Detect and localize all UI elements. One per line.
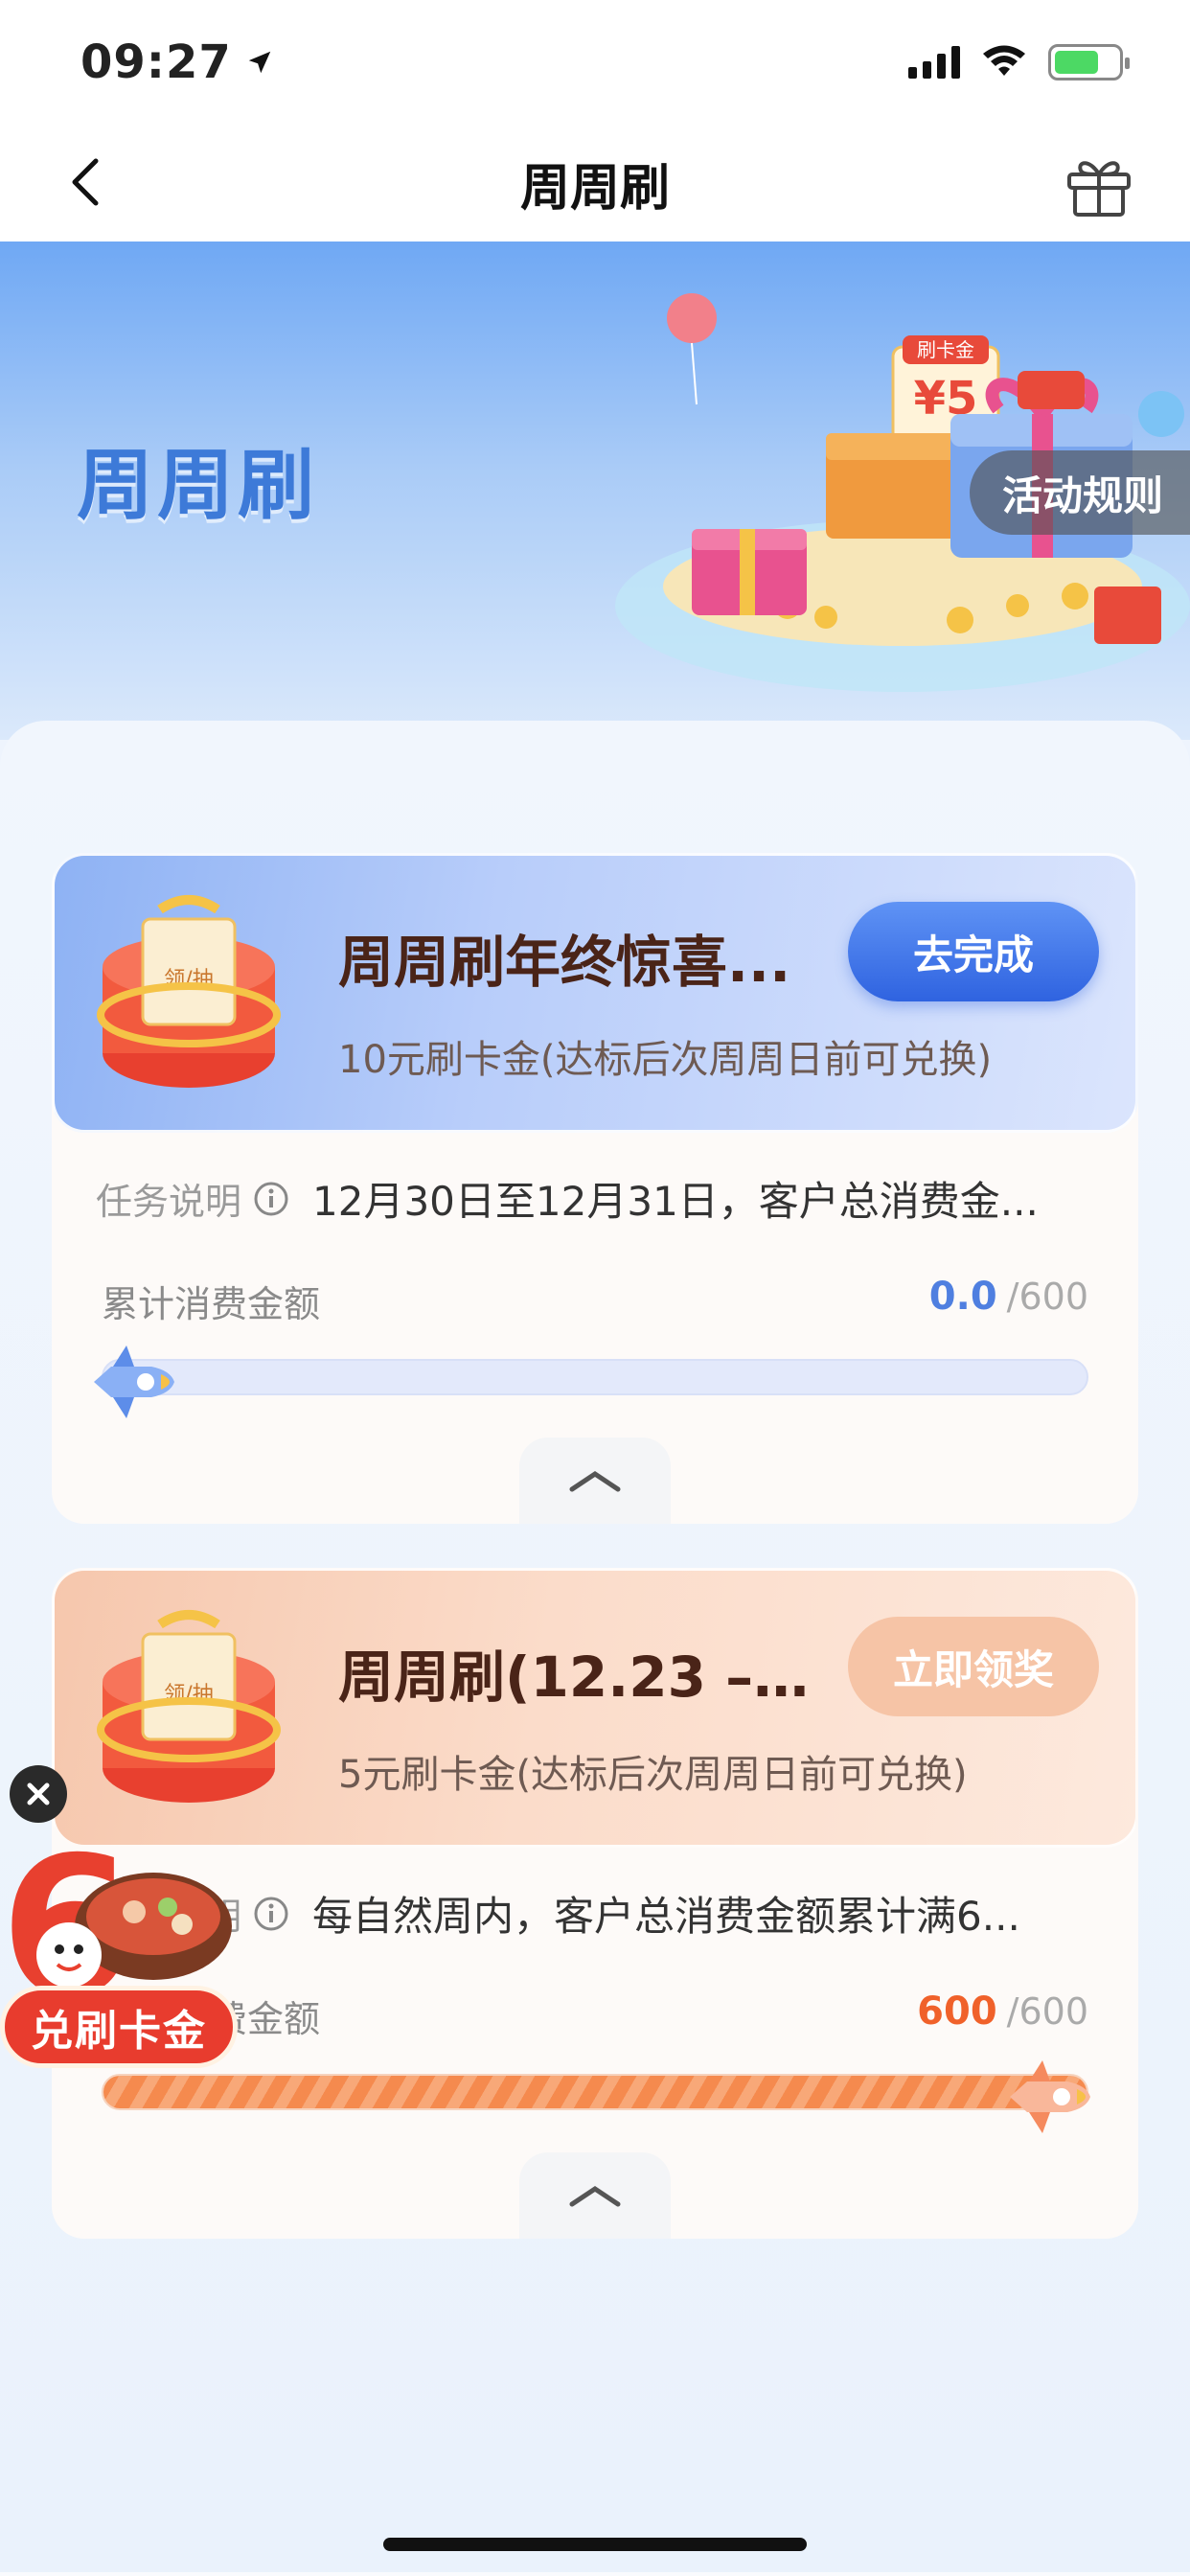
clock-text: 09:27 xyxy=(80,35,232,89)
collapse-button[interactable] xyxy=(519,1438,671,1524)
task-description[interactable]: 任务说明 12月30日至12月31日，客户总消费金... xyxy=(96,1169,1060,1228)
status-time: 09:27 xyxy=(80,35,274,89)
info-icon[interactable] xyxy=(253,1896,289,1932)
task-card-header: 领/抽 周周刷年终惊喜... 10元刷卡金(达标后次周周日前可兑换) 去完成 xyxy=(52,853,1138,1133)
hero-title: 周周刷 xyxy=(77,441,318,530)
progress-bar xyxy=(102,2060,1090,2133)
gift-box-icon: 领/抽 xyxy=(97,1610,281,1803)
status-icons xyxy=(908,44,1130,80)
task-description-text: 12月30日至12月31日，客户总消费金... xyxy=(312,1178,1039,1225)
close-icon xyxy=(27,1782,50,1806)
info-icon[interactable] xyxy=(253,1181,289,1217)
collapse-button[interactable] xyxy=(519,2152,671,2239)
gift-box-icon: 领/抽 xyxy=(97,895,281,1088)
task-reward: 5元刷卡金(达标后次周周日前可兑换) xyxy=(338,1753,968,1797)
rocket-icon xyxy=(1010,2060,1090,2133)
task-card: 领/抽 周周刷年终惊喜... 10元刷卡金(达标后次周周日前可兑换) 去完成 任… xyxy=(52,853,1138,1524)
battery-icon xyxy=(1048,44,1130,80)
go-complete-button[interactable]: 去完成 xyxy=(848,902,1099,1001)
activity-rules-button[interactable]: 活动规则 xyxy=(969,450,1190,535)
progress-value: 600/600 xyxy=(917,1990,1088,2034)
content-panel: 领/抽 周周刷年终惊喜... 10元刷卡金(达标后次周周日前可兑换) 去完成 任… xyxy=(0,721,1190,2576)
progress-fill xyxy=(103,2076,1087,2108)
progress-current: 600 xyxy=(917,1990,997,2034)
navigation-bar: 周周刷 xyxy=(0,125,1190,242)
progress-label: 累计消费金额 xyxy=(102,1283,321,1325)
gift-icon[interactable] xyxy=(1062,146,1136,220)
task-description-text: 每自然周内，客户总消费金额累计满6... xyxy=(312,1893,1020,1940)
task-title: 周周刷(12.23 – 1... xyxy=(338,1644,817,1710)
cellular-signal-icon xyxy=(908,46,960,79)
location-arrow-icon xyxy=(248,51,271,74)
chevron-up-icon xyxy=(569,2185,621,2207)
claim-reward-button[interactable]: 立即领奖 xyxy=(848,1617,1099,1716)
task-reward: 10元刷卡金(达标后次周周日前可兑换) xyxy=(338,1038,993,1082)
back-arrow-icon[interactable] xyxy=(59,153,117,211)
rocket-icon xyxy=(94,1346,174,1418)
progress-current: 0.0 xyxy=(928,1275,997,1319)
task-description-label: 任务说明 xyxy=(96,1181,242,1223)
hero-banner: 周周刷 刷卡金 ¥5 活动规则 xyxy=(0,242,1190,740)
redeem-card-gold-badge[interactable]: 兑刷卡金 xyxy=(0,1986,238,2068)
task-card-header: 领/抽 周周刷(12.23 – 1... 5元刷卡金(达标后次周周日前可兑换) … xyxy=(52,1568,1138,1848)
progress-bar xyxy=(94,1346,1088,1418)
art-ticket-label: 刷卡金 xyxy=(917,338,974,361)
close-float-button[interactable] xyxy=(10,1765,67,1823)
progress-total: /600 xyxy=(1006,1990,1088,2033)
home-indicator xyxy=(383,2538,807,2551)
task-title: 周周刷年终惊喜... xyxy=(338,930,791,995)
status-bar: 09:27 xyxy=(0,0,1190,125)
chevron-up-icon xyxy=(569,1470,621,1492)
page-title: 周周刷 xyxy=(519,159,670,218)
progress-total: /600 xyxy=(1006,1276,1088,1318)
progress-value: 0.0/600 xyxy=(929,1275,1088,1319)
wifi-icon xyxy=(983,45,1025,76)
